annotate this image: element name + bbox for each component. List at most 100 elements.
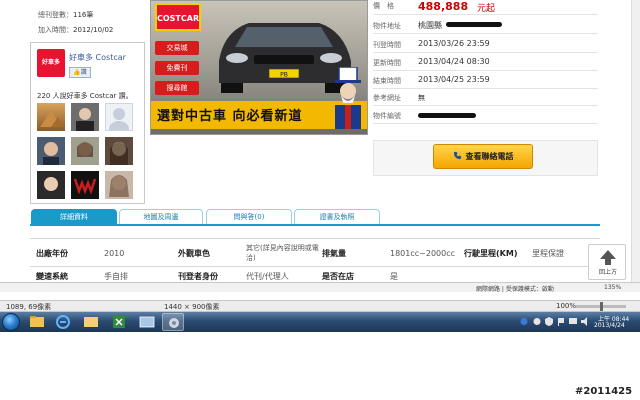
mileage-key: 行駛里程(KM)	[464, 249, 518, 258]
join-date-label: 加入時間：	[38, 26, 73, 34]
tab-qa[interactable]: 問與答(0)	[206, 209, 292, 224]
end-time-label: 結束時間	[373, 77, 401, 85]
in-store-value: 是	[390, 272, 398, 281]
taskbar-app-explorer[interactable]	[26, 313, 48, 331]
pyramid-photo-icon	[40, 111, 64, 127]
costcar-logo: COSTCAR	[155, 3, 201, 31]
tab-certificates[interactable]: 證書及執照	[294, 209, 380, 224]
poster-identity-key: 刊登者身份	[178, 272, 218, 281]
protected-mode-text: 網際網路 | 受保護模式：啟動	[476, 286, 554, 293]
facebook-fan-box: 好車多 好車多 Costcar 👍讚 220 人說好車多 Costcar 讚。	[30, 42, 145, 204]
fan-avatar[interactable]	[105, 103, 133, 137]
color-key: 外觀車色	[178, 249, 210, 258]
windows-taskbar: 上午 08:44 2013/4/24	[0, 312, 640, 332]
fan-avatar[interactable]	[71, 137, 99, 165]
thumbs-up-icon: 👍	[73, 69, 81, 76]
taskbar-app-folder[interactable]	[80, 313, 102, 331]
banner-ad[interactable]: COSTCAR 交易城 免費刊 搜尋館 PB 選對中古車 向必看新道	[150, 0, 368, 135]
taskbar-app-viewer[interactable]	[162, 313, 184, 331]
facebook-like-button[interactable]: 👍讚	[69, 67, 91, 78]
mileage-value: 里程保證	[532, 249, 564, 258]
year-value: 2010	[104, 249, 125, 258]
cursor-coords: 1089, 69像素	[6, 303, 52, 311]
person-photo-icon	[43, 142, 59, 165]
person-photo-icon	[44, 177, 58, 191]
fan-avatar[interactable]	[37, 137, 65, 165]
displacement-value: 1801cc~2000cc	[390, 249, 456, 258]
fan-avatar[interactable]	[105, 137, 133, 165]
language-icon[interactable]	[520, 317, 528, 326]
transmission-value: 手自排	[104, 272, 128, 281]
banner-slogan: 選對中古車 向必看新道	[157, 109, 303, 124]
banner-side-button: 交易城	[155, 41, 199, 55]
default-avatar-icon	[109, 108, 129, 137]
view-phone-button[interactable]: 查看聯絡電話	[433, 144, 533, 169]
browser-status-bar: 網際網路 | 受保護模式：啟動 135%	[0, 282, 640, 293]
back-to-top-label: 回上方	[598, 269, 617, 276]
tab-details[interactable]: 詳細資料	[31, 209, 117, 224]
redaction-scribble	[418, 113, 476, 118]
divider	[373, 52, 598, 53]
poster-identity-value: 代刊/代理人	[246, 272, 289, 281]
reference-url-value: 無	[418, 94, 425, 102]
post-time-label: 刊登時間	[373, 41, 401, 49]
join-date-value: 2012/10/02	[73, 26, 114, 34]
help-icon[interactable]	[533, 317, 541, 326]
fan-count-text: 220 人說好車多 Costcar 讚。	[37, 92, 133, 100]
divider	[373, 88, 598, 89]
zoom-slider-thumb[interactable]	[600, 302, 603, 311]
fan-avatar[interactable]	[105, 171, 133, 199]
taskbar-app-excel[interactable]	[108, 313, 130, 331]
join-date-row: 加入時間：2012/10/02	[38, 25, 113, 35]
phone-icon	[453, 151, 461, 160]
fanpage-name-link[interactable]: 好車多 Costcar	[69, 52, 126, 63]
internet-explorer-icon	[56, 315, 70, 329]
fanpage-logo[interactable]: 好車多	[37, 49, 65, 77]
details-row: 出廠年份 2010 外觀車色 其它(詳見內容說明或電洽) 排氣量 1801cc~…	[30, 238, 600, 266]
folder-icon	[30, 316, 44, 327]
folder-icon	[84, 317, 98, 327]
tab-underline	[30, 224, 600, 226]
displacement-key: 排氣量	[322, 249, 346, 258]
image-watermark: #2011425	[575, 386, 633, 397]
divider	[373, 105, 598, 106]
banner-side-button: 免費刊	[155, 61, 199, 75]
tab-map[interactable]: 地圖及周邊	[119, 209, 203, 224]
uncle-sam-icon	[335, 67, 361, 129]
person-photo-icon	[110, 142, 128, 165]
end-time-value: 2013/04/25 23:59	[418, 75, 490, 84]
person-photo-icon	[76, 108, 94, 131]
taskbar-app-window[interactable]	[136, 313, 158, 331]
start-button[interactable]	[2, 313, 20, 331]
image-size: 1440 × 900像素	[164, 303, 220, 311]
person-photo-icon	[109, 175, 129, 197]
post-time-value: 2013/03/26 23:59	[418, 39, 490, 48]
address-value: 桃園縣	[418, 21, 442, 30]
redaction-scribble	[446, 22, 502, 27]
reference-url-label: 參考網址	[373, 94, 401, 102]
browser-page: 總刊登數：116筆 加入時間：2012/10/02 好車多 好車多 Costca…	[0, 0, 640, 290]
fan-avatar[interactable]	[37, 103, 65, 131]
network-icon[interactable]	[569, 317, 577, 326]
browser-zoom[interactable]: 135%	[604, 284, 621, 291]
clock-date[interactable]: 2013/4/24	[594, 322, 625, 329]
taskbar-app-ie[interactable]	[52, 313, 74, 331]
license-plate-text: PB	[280, 72, 288, 79]
banner-side-button: 搜尋館	[155, 81, 199, 95]
listing-count-value: 116筆	[73, 11, 94, 19]
fan-avatar[interactable]	[71, 103, 99, 131]
price-label: 價 格	[373, 2, 394, 10]
divider	[373, 123, 598, 124]
page-scrollbar[interactable]	[631, 0, 640, 290]
item-id-label: 物件編號	[373, 112, 401, 120]
back-to-top-button[interactable]: 回上方	[588, 244, 626, 280]
spreadsheet-icon	[113, 316, 125, 328]
volume-icon[interactable]	[581, 317, 589, 326]
flag-icon[interactable]	[557, 317, 565, 326]
fan-avatar[interactable]	[71, 171, 99, 199]
shield-icon[interactable]	[545, 317, 553, 326]
transmission-key: 變速系統	[36, 272, 68, 281]
fan-avatar[interactable]	[37, 171, 65, 199]
image-viewer-icon	[169, 318, 179, 328]
year-key: 出廠年份	[36, 249, 68, 258]
